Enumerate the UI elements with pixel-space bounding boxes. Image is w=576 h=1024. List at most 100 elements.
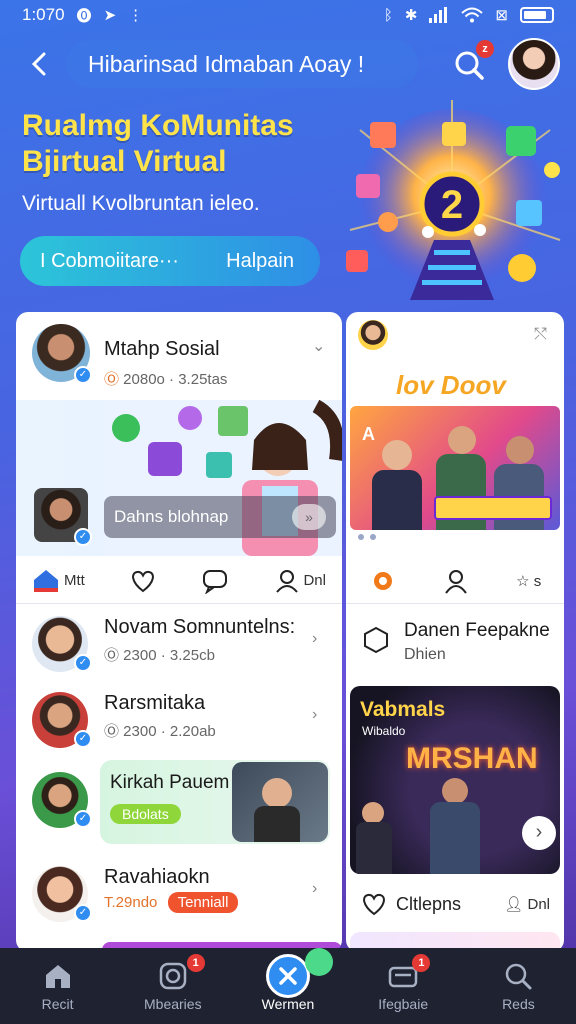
- right-post-actions: ☆ s: [346, 558, 564, 604]
- right-profile-label: Dnl: [527, 896, 550, 913]
- nav-center-button[interactable]: [266, 954, 310, 998]
- right-list-item-meta: Dhien: [404, 646, 446, 663]
- page-title: Hibarinsad Idmaban Aoay !: [66, 40, 418, 88]
- media-overlay-title: [434, 496, 552, 520]
- nav-badge: 1: [186, 954, 205, 972]
- hero-cta-button[interactable]: I Cobmoiitare··· Halpain: [20, 236, 320, 286]
- bottom-navigation: Recit 1 Mbearies Wermen 1 Ifegbaie Reds: [0, 948, 576, 1024]
- carousel-dot[interactable]: [358, 534, 364, 540]
- share-nodes-icon[interactable]: ⤲: [534, 326, 547, 344]
- bluetooth-icon: ᛒ: [383, 6, 393, 24]
- hero-badge-number: 2: [441, 183, 463, 227]
- nav-item-search[interactable]: Reds: [461, 948, 576, 1024]
- share-action[interactable]: Mtt: [32, 568, 85, 594]
- right-bottom-actions: Cltlepns 👤︎ Dnl: [346, 884, 564, 924]
- promo-tile-image: [232, 762, 328, 842]
- star-action-label: s: [533, 572, 542, 590]
- share-box-icon: [34, 569, 58, 592]
- nav-item-stories[interactable]: 1 Mbearies: [115, 948, 230, 1024]
- right-list-item[interactable]: Danen Feepakne Dhien: [346, 610, 564, 680]
- hero-title: Rualmg KoMunitas Bjirtual Virtual: [22, 108, 294, 180]
- right-post-title: lov Doov: [396, 370, 506, 400]
- notification-badge: z: [476, 40, 494, 58]
- next-icon[interactable]: »: [292, 504, 326, 530]
- list-item-meta-text: T.29ndo: [104, 894, 158, 911]
- right-post-media-caption: A: [362, 424, 375, 444]
- list-item[interactable]: ✓ Kirkah Pauem Bdolats: [16, 760, 342, 854]
- user-avatar[interactable]: [508, 38, 560, 90]
- star-action[interactable]: ☆ s: [516, 572, 541, 590]
- nav-badge: 1: [412, 954, 431, 972]
- hero-subtitle: Virtuall Kvolbruntan ieleo.: [22, 192, 260, 215]
- nav-label-stories: Mbearies: [144, 996, 202, 1012]
- list-item-meta-text: 2300 · 2.20ab: [123, 723, 216, 740]
- post-meta-text: 2080o · 3.25tas: [123, 371, 228, 388]
- post-media-caption: Dahns blohnap: [114, 507, 229, 526]
- nav-item-center[interactable]: Wermen: [230, 948, 345, 1024]
- list-item-name: Ravahiaokn: [104, 866, 210, 888]
- post-header[interactable]: ✓ Mtahp Sosial Ⓞ 2080o · 3.25tas ⌄: [32, 322, 332, 392]
- comment-action[interactable]: [201, 568, 229, 594]
- timer-icon: Ⓞ: [104, 371, 124, 388]
- promo-next-button[interactable]: ›: [522, 816, 556, 850]
- chevron-right-icon[interactable]: ›: [312, 706, 317, 724]
- nav-item-wallet[interactable]: 1 Ifegbaie: [346, 948, 461, 1024]
- gear-icon[interactable]: [369, 567, 397, 595]
- hero-title-line2: Bjirtual Virtual: [22, 145, 227, 178]
- list-item-tag: Tenniall: [167, 892, 239, 913]
- carousel-dot[interactable]: [370, 534, 376, 540]
- right-profile-action[interactable]: 👤︎ Dnl: [504, 895, 550, 913]
- feed-card-right: ⤲ lov Doov A ☆ s Danen Feepakne Dhien Va…: [346, 312, 564, 952]
- like-action[interactable]: [129, 568, 157, 594]
- list-item[interactable]: ✓ Novam Somnuntelns: Ⓞ 2300 · 3.25cb ›: [16, 608, 342, 688]
- right-promo-poster-title: MRSHAN: [406, 742, 538, 775]
- heart-icon: [363, 893, 385, 916]
- hexagon-icon: [364, 626, 388, 654]
- hero-cta-left-label: I Cobmoiitare···: [40, 249, 179, 272]
- list-item-meta: T.29ndo Tenniall: [104, 892, 239, 913]
- nav-label-home: Recit: [41, 996, 74, 1012]
- chevron-right-icon[interactable]: ›: [312, 880, 317, 898]
- right-promo-media[interactable]: Vabmals Wibaldo MRSHAN ›: [350, 686, 560, 874]
- list-item-meta: Ⓞ 2300 · 3.25cb: [104, 644, 215, 665]
- search-button[interactable]: z: [448, 40, 494, 86]
- feed-card-left: ✓ Mtahp Sosial Ⓞ 2080o · 3.25tas ⌄ Dahns…: [16, 312, 342, 952]
- verified-icon: ✓: [74, 904, 92, 922]
- chevron-down-icon[interactable]: ⌄: [312, 336, 325, 356]
- promo-tile-tag: Bdolats: [110, 804, 181, 824]
- verified-icon: ✓: [74, 654, 92, 672]
- chevron-right-icon[interactable]: ›: [312, 630, 317, 648]
- right-list-item-name: Danen Feepakne: [404, 620, 550, 641]
- battery-icon: [520, 7, 554, 23]
- more-dots-icon: ⋮: [128, 7, 144, 24]
- carousel-dots: [358, 534, 376, 540]
- person-icon[interactable]: [442, 567, 470, 595]
- nav-item-home[interactable]: Recit: [0, 948, 115, 1024]
- post-author-name: Mtahp Sosial: [104, 338, 220, 360]
- back-button[interactable]: [20, 44, 60, 84]
- timer-icon: Ⓞ: [104, 723, 124, 740]
- post-meta: Ⓞ 2080o · 3.25tas: [104, 368, 227, 389]
- star-icon: ☆: [516, 572, 530, 590]
- right-like-action[interactable]: Cltlepns: [360, 891, 461, 917]
- media-person-1-body: [372, 470, 422, 530]
- right-promo-subtitle: Wibaldo: [362, 724, 406, 738]
- mention-action[interactable]: Dnl: [273, 568, 326, 594]
- promo-tile-person: [262, 778, 292, 808]
- right-post-media[interactable]: A: [350, 406, 560, 530]
- hero-cta-right-label: Halpain: [226, 249, 294, 272]
- list-item[interactable]: ✓ Rarsmitaka Ⓞ 2300 · 2.20ab ›: [16, 684, 342, 764]
- chevron-left-icon: [31, 52, 46, 76]
- timer-icon: Ⓞ: [104, 647, 124, 664]
- verified-icon: ✓: [74, 810, 92, 828]
- post-media[interactable]: Dahns blohnap » ✓: [16, 399, 342, 556]
- media-person-2: [448, 426, 476, 454]
- post-media-caption-bar: Dahns blohnap »: [104, 496, 336, 538]
- verified-icon: ✓: [74, 528, 92, 546]
- promo-tile[interactable]: Kirkah Pauem Bdolats: [100, 760, 330, 844]
- list-item[interactable]: ✓ Ravahiaokn T.29ndo Tenniall ›: [16, 858, 342, 938]
- media-person-1: [382, 440, 412, 470]
- list-item-name: Novam Somnuntelns:: [104, 616, 296, 638]
- right-post-avatar[interactable]: [358, 320, 388, 350]
- list-item-name: Rarsmitaka: [104, 692, 206, 714]
